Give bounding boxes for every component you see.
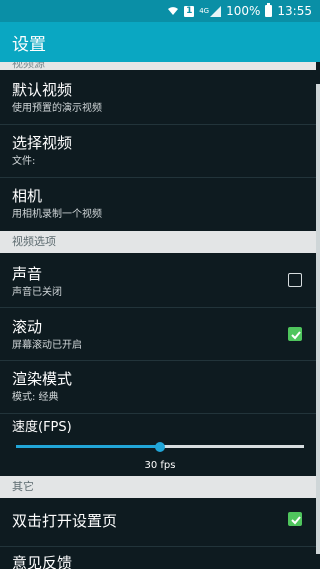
setting-camera[interactable]: 相机 用相机录制一个视频	[0, 178, 316, 231]
battery-percent: 100%	[226, 4, 261, 18]
setting-render-mode[interactable]: 渲染模式 模式: 经典	[0, 361, 316, 414]
battery-icon	[265, 3, 273, 17]
check-icon	[291, 331, 301, 340]
setting-title: 双击打开设置页	[12, 512, 118, 530]
sim-number: 1	[184, 5, 195, 17]
settings-list[interactable]: 视频源 默认视频 使用预置的演示视频 选择视频 文件: 相机 用相机录制一个视频…	[0, 62, 316, 569]
category-video-source: 视频源	[0, 62, 316, 70]
network-type: 4G	[199, 7, 210, 15]
setting-title: 渲染模式	[12, 370, 73, 388]
clock: 13:55	[277, 4, 312, 18]
speed-value: 30 fps	[144, 460, 176, 471]
setting-default-video[interactable]: 默认视频 使用预置的演示视频	[0, 70, 316, 125]
scroll-checkbox[interactable]	[288, 327, 302, 341]
check-icon	[291, 516, 301, 525]
status-bar: 1 4G 100% 13:55	[0, 0, 320, 22]
setting-title: 相机	[12, 187, 43, 205]
signal-icon: 4G	[199, 5, 222, 17]
setting-select-video[interactable]: 选择视频 文件:	[0, 125, 316, 178]
setting-title: 意见反馈	[12, 554, 73, 569]
sound-checkbox[interactable]	[288, 273, 302, 287]
setting-summary: 用相机录制一个视频	[12, 209, 102, 220]
setting-summary: 声音已关闭	[12, 287, 62, 298]
app-bar: 设置	[0, 22, 320, 62]
setting-title: 默认视频	[12, 81, 73, 99]
wifi-icon	[167, 6, 179, 16]
slider-thumb[interactable]	[155, 441, 165, 452]
setting-double-tap[interactable]: 双击打开设置页	[0, 498, 316, 547]
setting-title: 滚动	[12, 318, 43, 336]
category-label: 视频源	[12, 62, 45, 70]
category-video-options: 视频选项	[0, 231, 316, 253]
setting-summary: 模式: 经典	[12, 392, 59, 403]
setting-title: 声音	[12, 265, 43, 283]
setting-feedback[interactable]: 意见反馈	[0, 547, 316, 569]
category-other: 其它	[0, 476, 316, 498]
speed-label: 速度(FPS)	[12, 420, 72, 435]
sim-icon: 1	[184, 5, 195, 17]
slider-fill	[16, 445, 160, 448]
setting-scroll[interactable]: 滚动 屏幕滚动已开启	[0, 308, 316, 361]
scrollbar[interactable]	[316, 84, 320, 554]
setting-summary: 屏幕滚动已开启	[12, 340, 82, 351]
page-title: 设置	[12, 34, 46, 55]
setting-summary: 使用预置的演示视频	[12, 103, 102, 114]
setting-sound[interactable]: 声音 声音已关闭	[0, 253, 316, 308]
setting-title: 选择视频	[12, 134, 73, 152]
setting-summary: 文件:	[12, 156, 36, 167]
speed-slider[interactable]	[16, 441, 304, 452]
double-tap-checkbox[interactable]	[288, 512, 302, 526]
